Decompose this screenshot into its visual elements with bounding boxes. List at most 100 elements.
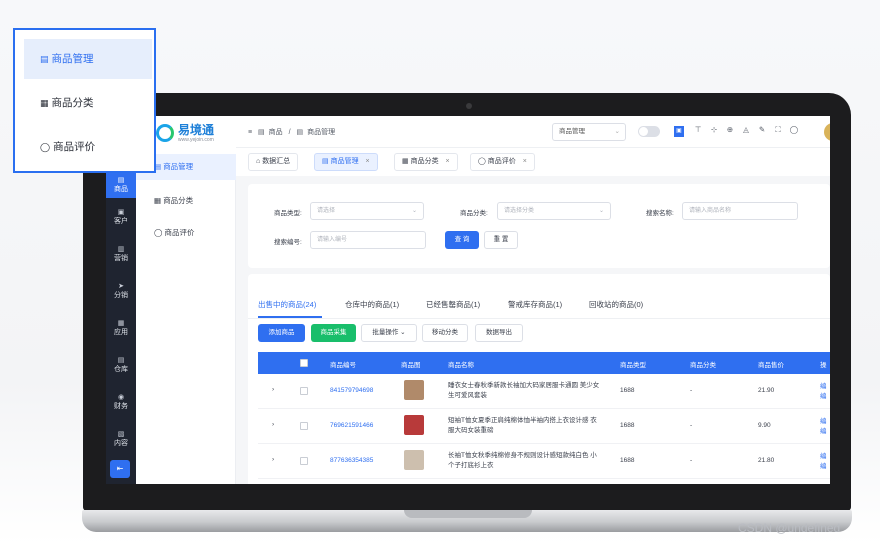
- subtab-in-warehouse[interactable]: 仓库中的商品(1): [345, 299, 399, 310]
- export-data-button[interactable]: 数据导出: [475, 324, 523, 342]
- watermark: CSDN @undefined: [738, 521, 841, 535]
- callout-item-label: 商品管理: [51, 53, 94, 65]
- menu-toggle-icon[interactable]: ≡: [248, 129, 252, 136]
- goods-code-link[interactable]: 769621591466: [330, 422, 373, 429]
- crumb-root[interactable]: 商品: [269, 129, 283, 136]
- rail-item-label: 财务: [114, 403, 128, 410]
- move-category-button[interactable]: 移动分类: [422, 324, 468, 342]
- chevron-down-icon: ⌄: [598, 208, 604, 214]
- rail-item-content[interactable]: ▧ 内容: [106, 430, 136, 448]
- add-goods-button[interactable]: 添加商品: [258, 324, 305, 342]
- expand-icon[interactable]: ›: [272, 456, 274, 463]
- goods-category-select[interactable]: 请选择分类 ⌄: [497, 202, 611, 220]
- crumb-root-icon: ▤: [258, 129, 265, 136]
- close-icon[interactable]: ×: [366, 158, 370, 165]
- goods-type: 1688: [620, 422, 635, 429]
- select-placeholder: 请选择分类: [504, 208, 535, 214]
- batch-operation-button[interactable]: 批量操作 ⌄: [361, 324, 417, 342]
- send-icon: ➤: [118, 283, 124, 290]
- shirt-icon[interactable]: ⊤: [690, 125, 706, 134]
- edit-action-link[interactable]: 编 编: [820, 417, 827, 437]
- refresh-icon[interactable]: ◯: [786, 125, 802, 134]
- goods-price: 21.90: [758, 387, 775, 394]
- table-row[interactable]: › 769621591466 短袖T恤女夏季正肩纯棉体恤半袖内搭上衣设计感 衣服…: [258, 409, 830, 444]
- button-label: 批量操作: [372, 329, 399, 336]
- sidebar-item-goods-category[interactable]: ▦ 商品分类: [136, 188, 236, 214]
- goods-type-label: 商品类型:: [274, 210, 302, 217]
- row-checkbox[interactable]: [300, 457, 308, 465]
- finance-icon: ◉: [117, 394, 125, 401]
- goods-name: 睡衣女士春秋季新款长袖加大码家居服卡通圆 美少女生可爱风套装: [448, 382, 600, 399]
- rail-item-warehouse[interactable]: ▤ 仓库: [106, 356, 136, 374]
- search-form-card: [248, 184, 830, 268]
- tab-goods-review[interactable]: ◯ 商品评价 ×: [470, 153, 535, 171]
- callout-item-goods-management[interactable]: ▤ 商品管理: [24, 39, 152, 79]
- menu-search-select[interactable]: 商品管理 ⌄: [552, 123, 626, 141]
- sub-sidebar: ▤ 商品管理 ▦ 商品分类 ◯ 商品评价: [136, 154, 236, 484]
- rail-item-customer[interactable]: ▣ 客户: [106, 208, 136, 226]
- rail-item-apps[interactable]: ▦ 应用: [106, 319, 136, 337]
- close-icon[interactable]: ×: [523, 158, 527, 165]
- subtab-recycle-bin[interactable]: 回收站的商品(0): [589, 299, 643, 310]
- table-row[interactable]: › 877636354385 长袖T恤女秋季纯棉修身不规则设计感短款纯白色 小个…: [258, 444, 830, 479]
- lock-icon[interactable]: ⊕: [722, 125, 738, 134]
- rail-item-goods[interactable]: ▤ 商品: [106, 172, 136, 198]
- toolbar-icons: ▣ ⊤ ⊹ ⊕ ◬ ✎ ⛶ ◯: [674, 125, 802, 137]
- expand-icon[interactable]: ›: [272, 421, 274, 428]
- avatar[interactable]: [824, 123, 830, 141]
- search-code-input[interactable]: 请输入编号: [310, 231, 426, 249]
- rail-item-marketing[interactable]: ▥ 营销: [106, 245, 136, 263]
- sidebar-item-goods-review[interactable]: ◯ 商品评价: [136, 220, 236, 246]
- callout-item-goods-category[interactable]: ▦ 商品分类: [24, 83, 152, 123]
- search-code-label: 搜索编号:: [274, 239, 302, 246]
- layout-icon[interactable]: ▣: [674, 126, 684, 137]
- row-checkbox[interactable]: [300, 422, 308, 430]
- table-header: 商品编号 商品图 商品名称 商品类型 商品分类 商品售价 操: [258, 352, 830, 374]
- tab-data-summary[interactable]: ⌂ 数据汇总: [248, 153, 299, 171]
- fullscreen-icon[interactable]: ⛶: [770, 125, 786, 135]
- theme-toggle[interactable]: [638, 126, 660, 137]
- goods-category: -: [690, 457, 693, 464]
- select-all-checkbox[interactable]: [300, 359, 308, 367]
- col-header-name: 商品名称: [448, 362, 474, 369]
- query-button[interactable]: 查 询: [445, 231, 479, 249]
- category-icon: ▦: [154, 196, 162, 205]
- subtab-on-sale[interactable]: 出售中的商品(24): [258, 299, 316, 310]
- tab-label: 商品分类: [410, 158, 439, 165]
- category-icon: ▦: [402, 158, 409, 165]
- chevron-down-icon: ⌄: [411, 208, 417, 214]
- font-size-icon[interactable]: ⊹: [706, 125, 722, 134]
- callout-item-label: 商品分类: [51, 97, 94, 109]
- callout-item-label: 商品评价: [53, 141, 96, 153]
- search-name-input[interactable]: 请输入商品名称: [682, 202, 798, 220]
- comment-icon: ◯: [478, 158, 486, 165]
- bell-icon[interactable]: ◬: [738, 125, 754, 134]
- table-row[interactable]: › 841579794698 睡衣女士春秋季新款长袖加大码家居服卡通圆 美少女生…: [258, 374, 830, 409]
- list-icon: ▤: [322, 158, 329, 165]
- app-screen: 易境通 www.yejoin.com ▤ 商品 ▣ 客户 ▥ 营销 ➤ 分销 ▦…: [106, 116, 830, 484]
- edit-action-link[interactable]: 编 编: [820, 382, 827, 402]
- goods-type-select[interactable]: 请选择 ⌄: [310, 202, 424, 220]
- callout-item-goods-review[interactable]: ◯ 商品评价: [24, 127, 152, 167]
- goods-code-link[interactable]: 877636354385: [330, 457, 373, 464]
- camera-icon: [466, 103, 472, 109]
- input-placeholder: 请输入编号: [317, 237, 348, 243]
- rail-item-distribution[interactable]: ➤ 分销: [106, 282, 136, 300]
- goods-code-link[interactable]: 841579794698: [330, 387, 373, 394]
- row-checkbox[interactable]: [300, 387, 308, 395]
- translate-icon[interactable]: ✎: [754, 125, 770, 134]
- warehouse-icon: ▤: [117, 357, 125, 364]
- close-icon[interactable]: ×: [446, 158, 450, 165]
- reset-button[interactable]: 重 置: [484, 231, 518, 249]
- rail-item-finance[interactable]: ◉ 财务: [106, 393, 136, 411]
- subtab-low-stock[interactable]: 警戒库存商品(1): [508, 299, 562, 310]
- tab-goods-management[interactable]: ▤ 商品管理 ×: [314, 153, 378, 171]
- goods-price: 21.80: [758, 457, 775, 464]
- collapse-sidebar-button[interactable]: ⇤: [110, 460, 130, 478]
- expand-icon[interactable]: ›: [272, 386, 274, 393]
- goods-category: -: [690, 422, 693, 429]
- edit-action-link[interactable]: 编 编: [820, 452, 827, 472]
- collect-goods-button[interactable]: 商品采集: [311, 324, 356, 342]
- tab-goods-category[interactable]: ▦ 商品分类 ×: [394, 153, 458, 171]
- subtab-sold-out[interactable]: 已经售罄商品(1): [426, 299, 480, 310]
